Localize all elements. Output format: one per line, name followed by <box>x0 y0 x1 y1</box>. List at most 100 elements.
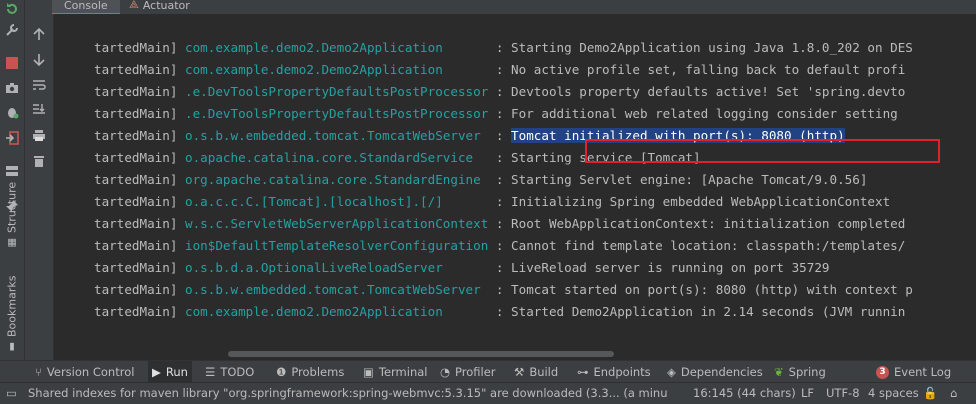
indent-setting[interactable]: 4 spaces <box>868 383 919 404</box>
log-thread: tartedMain] <box>94 260 178 275</box>
tool-label: Run <box>165 365 188 379</box>
log-message: : For additional web related logging con… <box>488 106 906 121</box>
bookmarks-label: Bookmarks <box>5 275 19 337</box>
layout-icon[interactable] <box>4 163 20 179</box>
scroll-down-icon[interactable] <box>31 52 47 68</box>
log-thread: tartedMain] <box>94 304 178 319</box>
tool-window-bar: ⑂ Version Control ▶ Run ☰ TODO ❶ Problem… <box>0 360 976 383</box>
log-message: : Root WebApplicationContext: initializa… <box>488 216 906 231</box>
scroll-up-icon[interactable] <box>31 26 47 42</box>
log-thread: tartedMain] <box>94 282 178 297</box>
log-line: tartedMain] com.example.demo2.Demo2Appli… <box>94 37 913 59</box>
rerun-icon[interactable] <box>4 0 20 16</box>
tab-actuator[interactable]: ⟁ Actuator <box>129 0 190 13</box>
log-line: tartedMain] o.s.b.d.a.OptionalLiveReload… <box>94 257 830 279</box>
tool-label: Dependencies <box>680 365 763 379</box>
log-thread: tartedMain] <box>94 172 178 187</box>
tab-console-label: Console <box>64 0 108 12</box>
structure-tool-tab[interactable]: ▦ Structure <box>2 182 22 248</box>
log-line: tartedMain] .e.DevToolsPropertyDefaultsP… <box>94 81 905 103</box>
exit-icon[interactable] <box>4 130 20 146</box>
status-bar: ▭ Shared indexes for maven library "org.… <box>0 382 976 404</box>
wrench-icon[interactable] <box>4 22 20 38</box>
tool-event-log[interactable]: 3 Event Log <box>876 361 951 383</box>
console-output[interactable]: tartedMain] com.example.demo2.Demo2Appli… <box>54 14 976 348</box>
lock-icon[interactable]: 🔓 <box>923 383 937 404</box>
spring-icon: ❦ <box>774 365 784 379</box>
layers-icon: ◈ <box>667 365 676 379</box>
status-indicator-icon[interactable]: ▭ <box>6 383 17 404</box>
log-message: : Starting service [Tomcat] <box>488 150 701 165</box>
console-toolbar <box>25 14 54 360</box>
terminal-icon: ▣ <box>363 365 374 379</box>
tool-label: TODO <box>220 365 255 379</box>
log-message: : Tomcat started on port(s): 8080 (http)… <box>488 282 913 297</box>
soft-wrap-icon[interactable] <box>31 77 47 93</box>
log-logger: com.example.demo2.Demo2Application <box>185 62 489 77</box>
log-thread: tartedMain] <box>94 106 178 121</box>
log-thread: tartedMain] <box>94 194 178 209</box>
trash-icon[interactable] <box>31 153 47 169</box>
log-line: tartedMain] w.s.c.ServletWebServerApplic… <box>94 213 905 235</box>
profiler-icon: ◔ <box>440 365 451 379</box>
tool-label: Build <box>529 365 559 379</box>
endpoints-icon: ⊶ <box>577 365 589 379</box>
bug-icon[interactable] <box>4 104 20 120</box>
tool-terminal[interactable]: ▣ Terminal <box>363 361 427 383</box>
tool-label: Problems <box>291 365 345 379</box>
log-line: tartedMain] com.example.demo2.Demo2Appli… <box>94 59 905 81</box>
tool-label: Terminal <box>378 365 428 379</box>
log-logger: w.s.c.ServletWebServerApplicationContext <box>185 216 489 231</box>
tool-label: Profiler <box>455 365 496 379</box>
tool-profiler[interactable]: ◔ Profiler <box>440 361 496 383</box>
tab-actuator-label: Actuator <box>142 0 190 12</box>
stop-icon[interactable] <box>4 55 20 71</box>
file-encoding[interactable]: UTF-8 <box>826 383 860 404</box>
log-logger: o.s.b.d.a.OptionalLiveReloadServer <box>185 260 489 275</box>
print-icon[interactable] <box>31 127 47 143</box>
log-thread: tartedMain] <box>94 238 178 253</box>
log-logger: com.example.demo2.Demo2Application <box>185 40 489 55</box>
caret-position[interactable]: 16:145 (44 chars) <box>693 383 796 404</box>
log-line: tartedMain] .e.DevToolsPropertyDefaultsP… <box>94 103 905 125</box>
log-logger: o.a.c.c.C.[Tomcat].[localhost].[/] <box>185 194 489 209</box>
log-line: tartedMain] com.example.demo2.Demo2Appli… <box>94 301 905 323</box>
log-line: tartedMain] o.s.b.w.embedded.tomcat.Tomc… <box>94 125 845 147</box>
tool-todo[interactable]: ☰ TODO <box>205 361 254 383</box>
log-thread: tartedMain] <box>94 128 178 143</box>
tool-dependencies[interactable]: ◈ Dependencies <box>667 361 763 383</box>
tool-version-control[interactable]: ⑂ Version Control <box>35 361 134 383</box>
git-icon[interactable]: ⌂ <box>950 383 957 404</box>
tool-spring[interactable]: ❦ Spring <box>774 361 826 383</box>
log-message: : Started Demo2Application in 2.14 secon… <box>488 304 906 319</box>
log-logger: org.apache.catalina.core.StandardEngine <box>185 172 489 187</box>
log-logger: com.example.demo2.Demo2Application <box>185 304 489 319</box>
highlighted-log-text: Tomcat initialized with port(s): 8080 (h… <box>511 128 845 143</box>
status-message[interactable]: Shared indexes for maven library "org.sp… <box>28 383 668 404</box>
log-thread: tartedMain] <box>94 62 178 77</box>
bookmark-icon: ▮ <box>6 341 18 352</box>
tool-run[interactable]: ▶ Run <box>148 361 192 383</box>
bookmarks-tool-tab[interactable]: ▮ Bookmarks <box>2 272 22 352</box>
horizontal-scrollbar[interactable] <box>228 351 614 357</box>
log-logger: o.s.b.w.embedded.tomcat.TomcatWebServer <box>185 128 489 143</box>
list-icon: ☰ <box>205 365 216 379</box>
log-message: : <box>488 128 512 143</box>
log-thread: tartedMain] <box>94 84 178 99</box>
log-logger: .e.DevToolsPropertyDefaultsPostProcessor <box>185 84 489 99</box>
log-thread: tartedMain] <box>94 216 178 231</box>
line-separator[interactable]: LF <box>801 383 814 404</box>
tab-console[interactable]: Console <box>52 0 120 15</box>
tool-label: Event Log <box>894 365 952 379</box>
scroll-to-end-icon[interactable] <box>31 102 47 118</box>
tool-problems[interactable]: ❶ Problems <box>276 361 344 383</box>
warning-icon: ❶ <box>276 365 287 379</box>
tool-build[interactable]: ⚒ Build <box>514 361 558 383</box>
run-tab-bar: Console ⟁ Actuator <box>25 0 976 15</box>
structure-icon: ▦ <box>6 237 18 248</box>
tool-endpoints[interactable]: ⊶ Endpoints <box>577 361 651 383</box>
tool-label: Endpoints <box>593 365 651 379</box>
camera-icon[interactable] <box>4 80 20 96</box>
structure-label: Structure <box>5 181 19 233</box>
tool-label: Version Control <box>46 365 135 379</box>
